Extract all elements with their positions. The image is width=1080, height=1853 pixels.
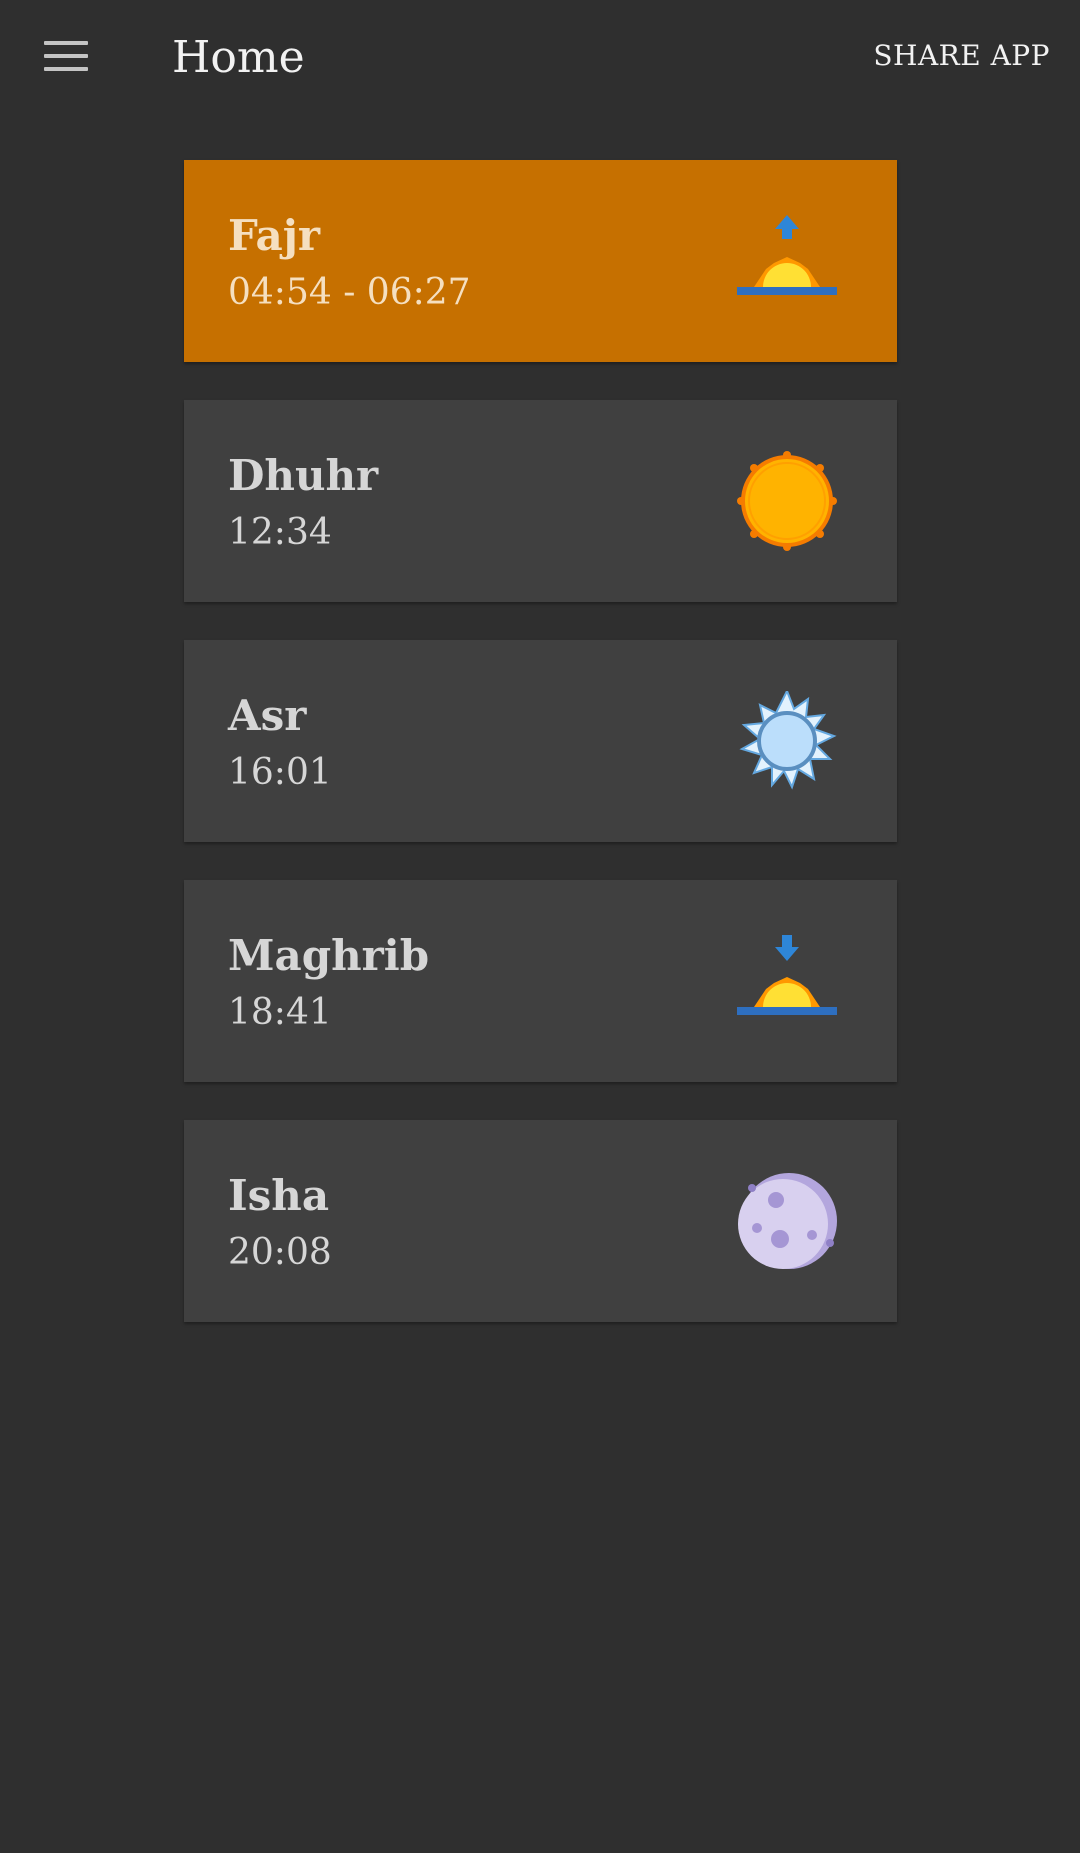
prayer-list: Fajr 04:54 - 06:27 Dhuhr 12:34 Asr 16:01…: [184, 160, 897, 1360]
prayer-card-asr[interactable]: Asr 16:01: [184, 640, 897, 842]
prayer-time: 20:08: [228, 1232, 332, 1273]
menu-line: [44, 54, 88, 58]
prayer-name: Maghrib: [228, 931, 430, 980]
prayer-card-fajr[interactable]: Fajr 04:54 - 06:27: [184, 160, 897, 362]
menu-line: [44, 67, 88, 71]
hamburger-menu-icon[interactable]: [30, 24, 102, 88]
menu-line: [44, 41, 88, 45]
prayer-name: Isha: [228, 1171, 330, 1220]
share-app-button[interactable]: SHARE APP: [873, 34, 1050, 78]
sunset-icon: [732, 931, 842, 1031]
prayer-time: 18:41: [228, 992, 332, 1033]
sunrise-icon: [732, 211, 842, 311]
afternoon-sun-icon: [732, 691, 842, 791]
prayer-time: 04:54 - 06:27: [228, 272, 471, 313]
prayer-time: 16:01: [228, 752, 332, 793]
prayer-time: 12:34: [228, 512, 332, 553]
prayer-name: Fajr: [228, 211, 321, 260]
prayer-card-dhuhr[interactable]: Dhuhr 12:34: [184, 400, 897, 602]
sun-icon: [732, 451, 842, 551]
prayer-name: Dhuhr: [228, 451, 379, 500]
moon-icon: [732, 1171, 842, 1271]
page-title: Home: [172, 32, 305, 83]
prayer-card-isha[interactable]: Isha 20:08: [184, 1120, 897, 1322]
prayer-card-maghrib[interactable]: Maghrib 18:41: [184, 880, 897, 1082]
prayer-name: Asr: [228, 691, 307, 740]
app-bar: Home SHARE APP: [0, 0, 1080, 118]
